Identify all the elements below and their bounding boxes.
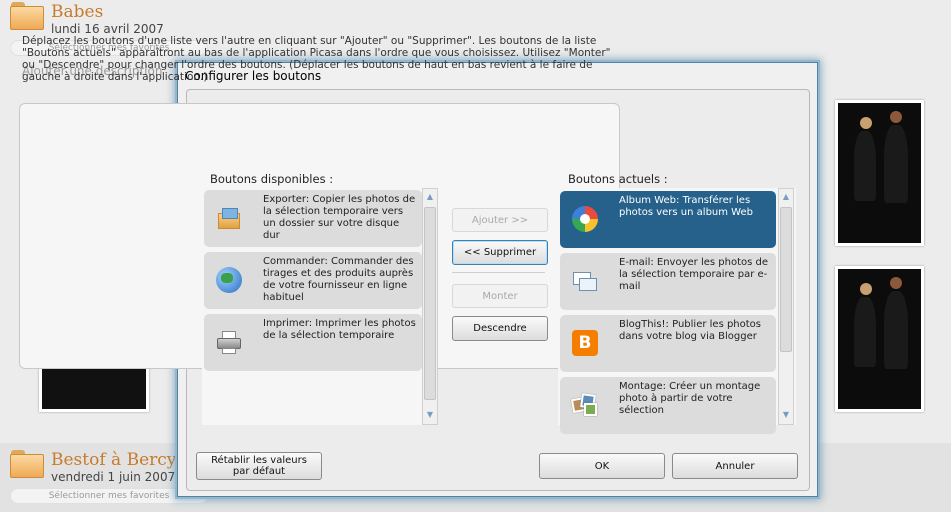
item-text: Commander: Commander des tirages et des … <box>263 256 414 303</box>
item-text: E-mail: Envoyer les photos de la sélecti… <box>619 257 769 292</box>
list-item-export[interactable]: Exporter: Copier les photos de la sélect… <box>204 190 422 247</box>
scroll-down-arrow-icon[interactable]: ▼ <box>424 409 436 421</box>
item-text: Montage: Créer un montage photo à partir… <box>619 381 761 416</box>
photo-thumbnail[interactable] <box>835 266 924 412</box>
list-item-web-album[interactable]: Album Web: Transférer les photos vers un… <box>560 191 776 248</box>
blogger-icon: B <box>572 330 598 356</box>
list-item-print[interactable]: Imprimer: Imprimer les photos de la séle… <box>204 314 422 371</box>
item-text: BlogThis!: Publier les photos dans votre… <box>619 319 762 342</box>
album-date: lundi 16 avril 2007 <box>51 22 164 36</box>
item-text: Imprimer: Imprimer les photos de la séle… <box>263 318 416 341</box>
reset-defaults-button[interactable]: Rétablir les valeurs par défaut <box>196 452 322 480</box>
export-folder-icon <box>216 205 242 231</box>
scroll-down-arrow-icon[interactable]: ▼ <box>780 409 792 421</box>
folder-icon <box>10 450 44 478</box>
remove-button[interactable]: << Supprimer <box>452 240 548 265</box>
scroll-up-arrow-icon[interactable]: ▲ <box>780 191 792 203</box>
album-title[interactable]: Babes <box>51 2 103 22</box>
button-separator <box>452 272 545 273</box>
move-down-button[interactable]: Descendre <box>452 316 548 341</box>
move-up-button[interactable]: Monter <box>452 284 548 308</box>
available-buttons-list[interactable]: Exporter: Copier les photos de la sélect… <box>202 188 438 425</box>
list-item-blogthis[interactable]: B BlogThis!: Publier les photos dans vot… <box>560 315 776 372</box>
item-text: Exporter: Copier les photos de la sélect… <box>263 194 416 241</box>
current-buttons-list[interactable]: Album Web: Transférer les photos vers un… <box>558 188 796 434</box>
item-text: Album Web: Transférer les photos vers un… <box>619 195 753 218</box>
album-date: vendredi 1 juin 2007 <box>51 470 176 484</box>
scroll-up-arrow-icon[interactable]: ▲ <box>424 191 436 203</box>
add-button[interactable]: Ajouter >> <box>452 208 548 232</box>
album-title[interactable]: Bestof à Bercy <box>51 450 176 470</box>
list-item-order[interactable]: Commander: Commander des tirages et des … <box>204 252 422 309</box>
scroll-thumb[interactable] <box>780 207 792 352</box>
globe-order-icon <box>216 267 242 293</box>
list-item-collage[interactable]: Montage: Créer un montage photo à partir… <box>560 377 776 434</box>
instructions-text: Déplacez les boutons d'une liste vers l'… <box>22 35 611 83</box>
printer-icon <box>216 329 242 355</box>
email-icon <box>572 268 598 294</box>
folder-icon <box>10 2 44 30</box>
list-item-email[interactable]: E-mail: Envoyer les photos de la sélecti… <box>560 253 776 310</box>
ok-button[interactable]: OK <box>539 453 665 479</box>
collage-icon <box>570 392 598 418</box>
current-list-scrollbar[interactable]: ▲ ▼ <box>778 188 794 425</box>
scroll-thumb[interactable] <box>424 207 436 400</box>
cancel-button[interactable]: Annuler <box>672 453 798 479</box>
photo-thumbnail[interactable] <box>835 100 924 246</box>
current-buttons-heading: Boutons actuels : <box>568 172 668 186</box>
web-album-icon <box>572 206 598 232</box>
available-buttons-heading: Boutons disponibles : <box>210 172 334 186</box>
available-list-scrollbar[interactable]: ▲ ▼ <box>422 188 438 425</box>
